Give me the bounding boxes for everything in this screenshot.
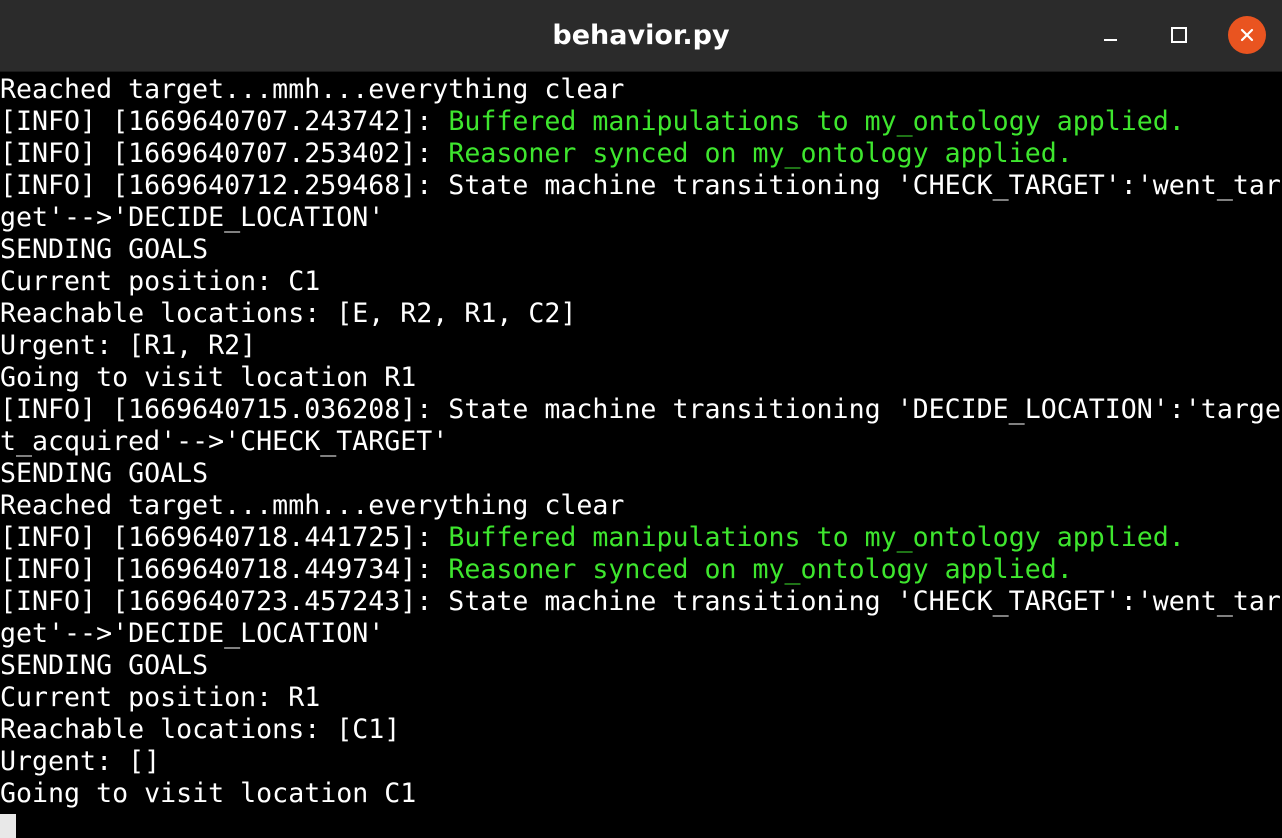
terminal-line: SENDING GOALS [0, 650, 1281, 682]
maximize-icon [1171, 27, 1187, 43]
close-icon [1240, 28, 1254, 42]
terminal-line: [INFO] [1669640718.441725]: Buffered man… [0, 522, 1281, 554]
log-text: SENDING GOALS [0, 234, 209, 265]
terminal-line: get'-->'DECIDE_LOCATION' [0, 202, 1281, 234]
terminal-prompt-line[interactable] [0, 810, 1281, 838]
terminal-window: behavior.py Reached target...mmh...every… [0, 0, 1282, 838]
terminal-line: t_acquired'-->'CHECK_TARGET' [0, 426, 1281, 458]
terminal-line: Reachable locations: [C1] [0, 714, 1281, 746]
terminal-line: Current position: C1 [0, 266, 1281, 298]
terminal-line: [INFO] [1669640723.457243]: State machin… [0, 586, 1281, 618]
terminal-line: SENDING GOALS [0, 458, 1281, 490]
log-text: Current position: C1 [0, 266, 321, 297]
log-message-highlight: Buffered manipulations to my_ontology ap… [448, 106, 1185, 137]
terminal-line: [INFO] [1669640707.243742]: Buffered man… [0, 106, 1281, 138]
terminal-line: [INFO] [1669640707.253402]: Reasoner syn… [0, 138, 1281, 170]
terminal-line: Urgent: [] [0, 746, 1281, 778]
window-title: behavior.py [552, 20, 730, 51]
log-text: t_acquired'-->'CHECK_TARGET' [0, 426, 449, 457]
log-message-highlight: Reasoner synced on my_ontology applied. [448, 138, 1073, 169]
log-message-highlight: Reasoner synced on my_ontology applied. [448, 554, 1073, 585]
log-text: Reached target...mmh...everything clear [0, 490, 625, 521]
log-text: SENDING GOALS [0, 458, 209, 489]
log-text: [INFO] [1669640707.243742]: [0, 106, 449, 137]
terminal-line: Urgent: [R1, R2] [0, 330, 1281, 362]
block-cursor [0, 813, 16, 838]
log-text: Reachable locations: [C1] [0, 714, 401, 745]
terminal-line: get'-->'DECIDE_LOCATION' [0, 618, 1281, 650]
terminal-line: Reached target...mmh...everything clear [0, 490, 1281, 522]
terminal-line: Going to visit location C1 [0, 778, 1281, 810]
title-bar[interactable]: behavior.py [0, 0, 1282, 72]
minimize-button[interactable] [1091, 16, 1129, 54]
terminal-output[interactable]: Reached target...mmh...everything clear[… [0, 72, 1282, 838]
log-text: Going to visit location C1 [0, 778, 417, 809]
terminal-line: Going to visit location R1 [0, 362, 1281, 394]
log-text: [INFO] [1669640718.441725]: [0, 522, 449, 553]
log-text: Urgent: [] [0, 746, 161, 777]
log-text: get'-->'DECIDE_LOCATION' [0, 618, 385, 649]
maximize-button[interactable] [1160, 16, 1198, 54]
minimize-icon [1104, 39, 1117, 41]
log-text: Reachable locations: [E, R2, R1, C2] [0, 298, 577, 329]
log-text: [INFO] [1669640707.253402]: [0, 138, 449, 169]
terminal-line: Reached target...mmh...everything clear [0, 74, 1281, 106]
terminal-line: [INFO] [1669640718.449734]: Reasoner syn… [0, 554, 1281, 586]
log-text: Current position: R1 [0, 682, 321, 713]
terminal-line: [INFO] [1669640715.036208]: State machin… [0, 394, 1281, 426]
log-text: [INFO] [1669640723.457243]: State machin… [0, 586, 1281, 617]
log-text: [INFO] [1669640712.259468]: State machin… [0, 170, 1281, 201]
log-text: Going to visit location R1 [0, 362, 417, 393]
log-message-highlight: Buffered manipulations to my_ontology ap… [448, 522, 1185, 553]
terminal-lines: Reached target...mmh...everything clear[… [0, 74, 1281, 838]
log-text: Reached target...mmh...everything clear [0, 74, 625, 105]
terminal-line: Current position: R1 [0, 682, 1281, 714]
log-text: SENDING GOALS [0, 650, 209, 681]
terminal-line: [INFO] [1669640712.259468]: State machin… [0, 170, 1281, 202]
log-text: [INFO] [1669640718.449734]: [0, 554, 449, 585]
close-button[interactable] [1228, 16, 1266, 54]
log-text: get'-->'DECIDE_LOCATION' [0, 202, 385, 233]
log-text: [INFO] [1669640715.036208]: State machin… [0, 394, 1281, 425]
log-text: Urgent: [R1, R2] [0, 330, 257, 361]
terminal-line: SENDING GOALS [0, 234, 1281, 266]
terminal-line: Reachable locations: [E, R2, R1, C2] [0, 298, 1281, 330]
